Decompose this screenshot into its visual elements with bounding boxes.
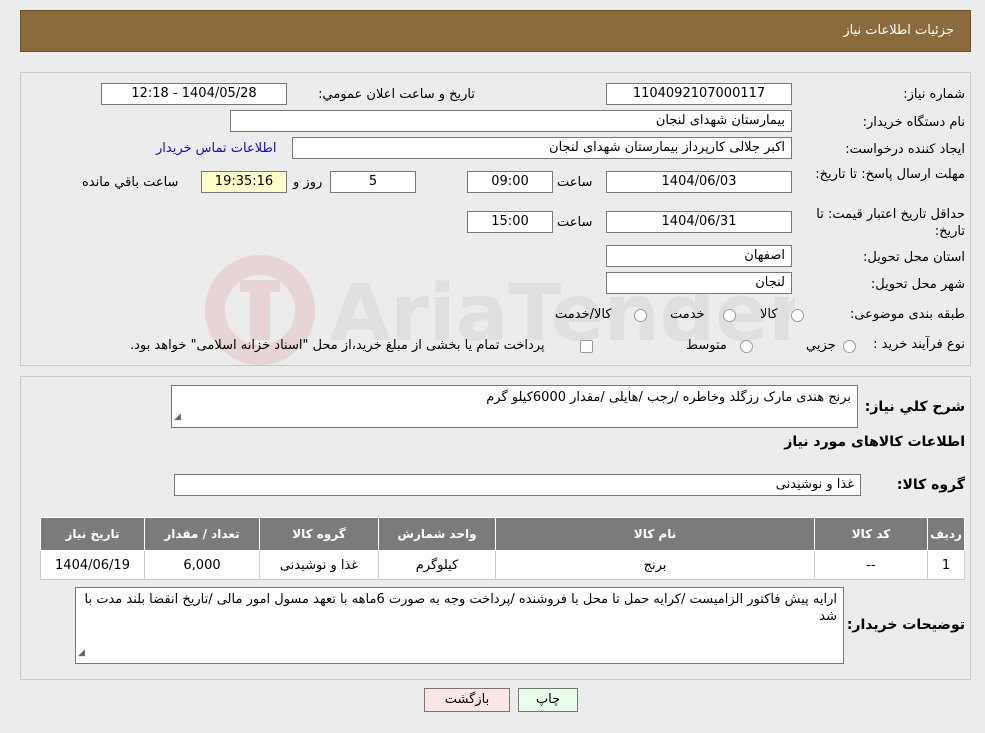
cell-need-date: 1404/06/19 [40, 550, 145, 580]
need-number-value: 1104092107000117 [606, 83, 792, 105]
cell-row-number: 1 [927, 550, 965, 580]
goods-info-heading: اطلاعات کالاهای مورد نياز [784, 434, 965, 450]
category-option-goods-label: کالا [760, 307, 778, 322]
process-option-minor-radio[interactable] [843, 340, 856, 353]
col-row-number: رديف [927, 517, 965, 551]
price-date-value: 1404/06/31 [606, 211, 792, 233]
buyer-org-value: بیمارستان شهدای لنجان [230, 110, 792, 132]
category-label: طبقه بندی موضوعی: [849, 307, 965, 322]
price-time-label: ساعت [557, 215, 593, 230]
general-desc-text: برنج هندی مارک رزگلد وخاطره /رجب /هایلی … [486, 390, 851, 405]
day-and-label: روز و [293, 175, 323, 190]
requester-value: اکبر جلالی کارپرداز بیمارستان شهدای لنجا… [292, 137, 792, 159]
process-option-minor-label: جزيي [806, 338, 836, 353]
col-item-code: کد کالا [814, 517, 928, 551]
time-remaining-label: ساعت باقي مانده [82, 175, 179, 190]
city-label: شهر محل تحويل: [870, 277, 965, 292]
table-row: 1 -- برنج کیلوگرم غذا و نوشیدنی 6,000 14… [40, 550, 965, 580]
back-button[interactable]: بازگشت [424, 688, 510, 712]
process-type-label: نوع فرآیند خرید : [873, 337, 965, 352]
city-value: لنجان [606, 272, 792, 294]
print-button[interactable]: چاپ [518, 688, 578, 712]
general-desc-textarea[interactable]: برنج هندی مارک رزگلد وخاطره /رجب /هایلی … [171, 385, 858, 428]
col-unit: واحد شمارش [378, 517, 496, 551]
requester-label: ايجاد کننده درخواست: [845, 142, 965, 157]
category-option-service-label: خدمت [670, 307, 705, 322]
need-number-label: شماره نیاز: [903, 87, 965, 102]
province-label: استان محل تحويل: [863, 250, 965, 265]
buyer-notes-text: ارایه پیش فاکتور الزامیست /کرایه حمل تا … [84, 592, 838, 624]
category-option-goods-radio[interactable] [791, 309, 804, 322]
reply-time-value: 09:00 [467, 171, 553, 193]
remaining-time-value: 19:35:16 [201, 171, 287, 193]
announce-datetime-value: 1404/05/28 - 12:18 [101, 83, 287, 105]
goods-group-label: گروه کالا: [896, 477, 965, 493]
items-table-header-row: رديف کد کالا نام کالا واحد شمارش گروه کا… [40, 517, 965, 551]
cell-quantity: 6,000 [144, 550, 260, 580]
category-option-service-radio[interactable] [723, 309, 736, 322]
process-option-medium-label: متوسط [686, 338, 727, 353]
cell-item-name: برنج [495, 550, 815, 580]
process-note-checkbox[interactable] [580, 340, 593, 353]
category-option-both-label: کالا/خدمت [555, 307, 612, 322]
page-title: جزئیات اطلاعات نیاز [843, 23, 954, 38]
col-need-date: تاريخ نياز [40, 517, 145, 551]
price-time-value: 15:00 [467, 211, 553, 233]
buyer-org-label: نام دستگاه خريدار: [862, 115, 965, 130]
process-option-medium-radio[interactable] [740, 340, 753, 353]
items-table: رديف کد کالا نام کالا واحد شمارش گروه کا… [40, 517, 965, 580]
general-desc-label: شرح کلي نياز: [864, 399, 965, 415]
buyer-notes-label: توضیحات خریدار: [846, 617, 965, 633]
reply-deadline-label: مهلت ارسال پاسخ: تا تاریخ: [815, 167, 965, 182]
contact-buyer-link[interactable]: اطلاعات تماس خریدار [156, 141, 276, 156]
col-quantity: تعداد / مقدار [144, 517, 260, 551]
cell-item-code: -- [814, 550, 928, 580]
reply-time-label: ساعت [557, 175, 593, 190]
col-goods-group: گروه کالا [259, 517, 379, 551]
goods-group-value: غذا و نوشیدنی [174, 474, 861, 496]
process-note: پرداخت تمام يا بخشی از مبلغ خريد،از محل … [130, 338, 545, 353]
province-value: اصفهان [606, 245, 792, 267]
resize-grip-icon[interactable]: ◢ [78, 645, 85, 662]
cell-unit: کیلوگرم [378, 550, 496, 580]
category-option-both-radio[interactable] [634, 309, 647, 322]
days-value: 5 [330, 171, 416, 193]
resize-grip-icon[interactable]: ◢ [174, 409, 181, 426]
price-validity-label: حداقل تاريخ اعتبار قيمت: تا تاريخ: [816, 207, 965, 239]
reply-date-value: 1404/06/03 [606, 171, 792, 193]
page-header: جزئیات اطلاعات نیاز [20, 10, 971, 52]
col-item-name: نام کالا [495, 517, 815, 551]
buyer-notes-textarea[interactable]: ارایه پیش فاکتور الزامیست /کرایه حمل تا … [75, 587, 844, 664]
announce-datetime-label: تاریخ و ساعت اعلان عمومي: [318, 87, 475, 102]
cell-goods-group: غذا و نوشیدنی [259, 550, 379, 580]
